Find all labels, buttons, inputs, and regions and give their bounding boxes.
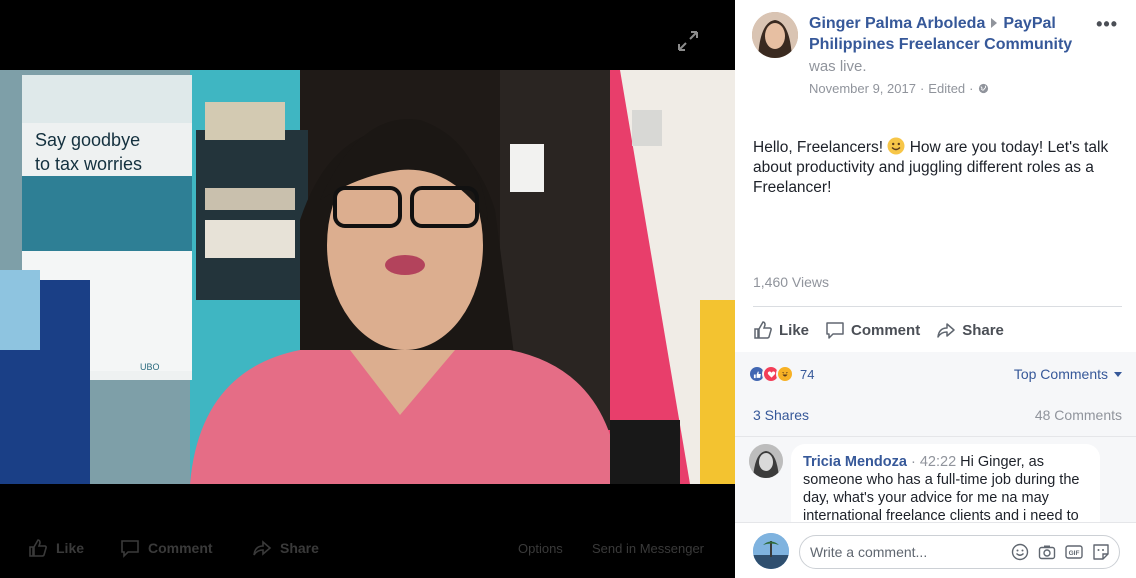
video-frame-image: Say goodbye to tax worries UBO <box>0 70 735 484</box>
comment-composer: GIF <box>735 522 1136 578</box>
reaction-count: 74 <box>800 366 815 382</box>
comment-sort-label: Top Comments <box>1013 366 1108 382</box>
camera-icon[interactable] <box>1038 543 1056 561</box>
share-button[interactable]: Share <box>936 318 1004 342</box>
edited-link[interactable]: Edited <box>928 81 965 96</box>
commenter-avatar[interactable] <box>749 444 783 478</box>
meta-separator: · <box>919 81 925 96</box>
comment-author-link[interactable]: Tricia Mendoza <box>803 454 907 470</box>
viewer-avatar <box>753 533 789 569</box>
banner-text-line2: to tax worries <box>35 154 142 174</box>
author-avatar[interactable] <box>752 12 798 58</box>
globe-icon[interactable] <box>978 83 989 94</box>
haha-reaction-icon <box>776 365 794 383</box>
comment-bubble: Tricia Mendoza · 42:22 Hi Ginger, as som… <box>791 444 1100 522</box>
divider <box>735 436 1136 437</box>
video-options-link[interactable]: Options <box>518 541 563 556</box>
post-side-panel: Ginger Palma Arboleda PayPal Philippines … <box>735 0 1136 578</box>
video-action-bar: Like Comment Share Options Send in Messe… <box>0 508 735 578</box>
facebook-live-video-viewer: Say goodbye to tax worries UBO Like Comm… <box>0 0 1136 578</box>
live-status-text: was live. <box>809 58 867 75</box>
like-button[interactable]: Like <box>753 318 809 342</box>
caret-down-icon <box>1114 371 1122 377</box>
sticker-icon[interactable] <box>1092 543 1110 561</box>
post-action-bar: Like Comment Share <box>753 318 1122 342</box>
post-date-link[interactable]: November 9, 2017 <box>809 81 916 96</box>
post-meta: November 9, 2017 · Edited · <box>809 81 989 96</box>
video-pane: Say goodbye to tax worries UBO Like Comm… <box>0 0 735 578</box>
share-icon <box>937 323 955 338</box>
comments-count-link[interactable]: 48 Comments <box>1035 407 1122 423</box>
comment-button[interactable]: Comment <box>825 318 920 342</box>
more-options-button[interactable]: ••• <box>1096 14 1118 35</box>
comment-item: Tricia Mendoza · 42:22 Hi Ginger, as som… <box>749 444 1129 522</box>
author-name-link[interactable]: Ginger Palma Arboleda <box>809 15 985 32</box>
banner-text-line1: Say goodbye <box>35 130 140 150</box>
comment-icon <box>826 322 844 339</box>
comment-timestamp[interactable]: · 42:22 <box>911 454 956 470</box>
composer-icons: GIF <box>1011 543 1110 561</box>
post-header-title: Ginger Palma Arboleda PayPal Philippines … <box>809 13 1094 55</box>
video-share-button[interactable]: Share <box>252 538 319 558</box>
thumbs-up-icon <box>29 539 47 557</box>
svg-text:GIF: GIF <box>1069 550 1080 557</box>
comment-time: 42:22 <box>919 454 957 470</box>
comment-label: Comment <box>851 321 921 339</box>
video-like-button[interactable]: Like <box>28 538 84 558</box>
video-share-label: Share <box>280 540 319 556</box>
comment-icon <box>121 540 139 558</box>
video-comment-label: Comment <box>148 540 213 556</box>
video-like-label: Like <box>56 540 85 556</box>
gif-icon[interactable]: GIF <box>1065 543 1083 561</box>
meta-separator: · <box>969 81 974 96</box>
smiley-emoji-icon <box>887 137 905 155</box>
send-in-messenger-link[interactable]: Send in Messenger <box>592 541 704 556</box>
share-icon <box>253 540 272 556</box>
like-label: Like <box>779 321 810 339</box>
emoji-icon[interactable] <box>1011 543 1029 561</box>
reactions-summary[interactable]: 74 <box>748 365 814 383</box>
post-message: Hello, Freelancers! How are you today! L… <box>753 137 1123 198</box>
post-message-part1: Hello, Freelancers! <box>753 139 888 156</box>
expand-icon[interactable] <box>677 30 699 52</box>
video-player[interactable]: Say goodbye to tax worries UBO <box>0 70 735 484</box>
share-label: Share <box>962 321 1004 339</box>
comment-sort-dropdown[interactable]: Top Comments <box>1014 366 1122 382</box>
banner-logo: UBO <box>140 362 160 372</box>
video-comment-button[interactable]: Comment <box>120 538 213 558</box>
view-count: 1,460 Views <box>753 274 830 290</box>
thumbs-up-icon <box>754 321 772 339</box>
triangle-right-icon <box>991 18 998 29</box>
shares-count-link[interactable]: 3 Shares <box>753 407 809 423</box>
divider <box>753 306 1122 307</box>
